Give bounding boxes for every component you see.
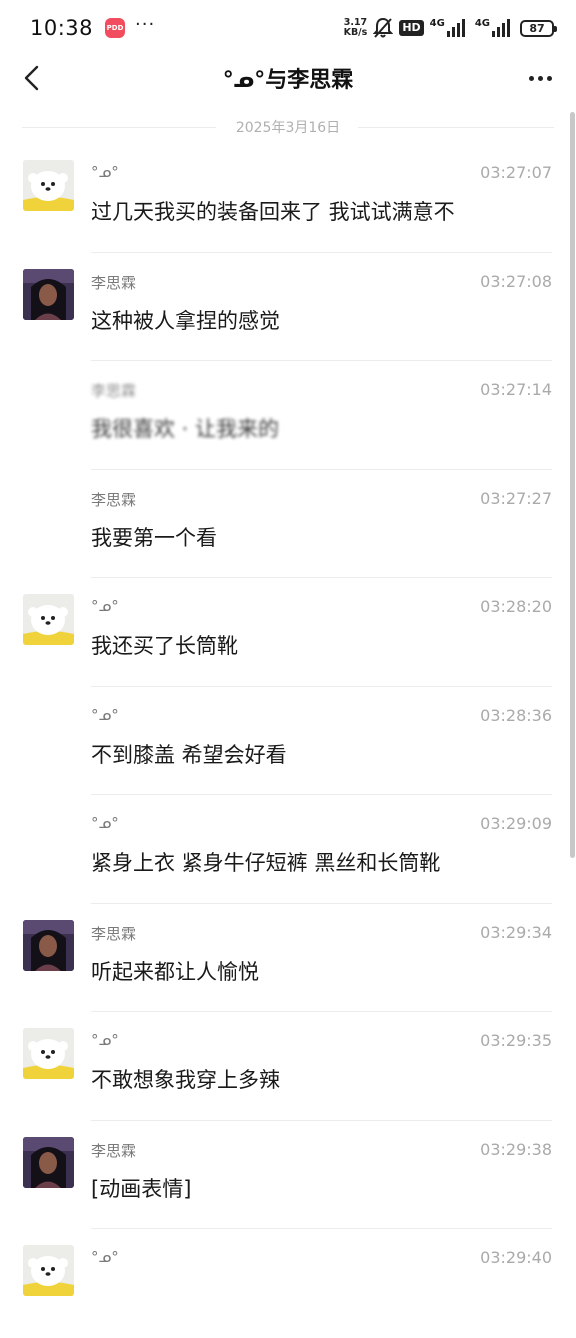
nav-bar: °ᓄ°与李思霖 (0, 56, 576, 100)
back-button[interactable] (18, 64, 46, 92)
message-time: 03:27:14 (480, 380, 552, 399)
message-item[interactable]: °ᓄ° 03:27:07 过几天我买的装备回来了 我试试满意不 (0, 144, 576, 253)
message-time: 03:27:07 (480, 163, 552, 182)
signal-2-label: 4G (474, 18, 490, 29)
message-item[interactable]: 李思霖 03:27:08 这种被人拿捏的感觉 (0, 253, 576, 361)
message-item[interactable]: 李思霖 03:27:27 我要第一个看 (0, 470, 576, 578)
girl-avatar-icon (23, 268, 74, 320)
message-time: 03:29:38 (480, 1139, 552, 1159)
message-time: 03:29:35 (480, 1031, 552, 1050)
message-time: 03:28:20 (480, 597, 552, 616)
status-icons: 3.17 KB/s HD 4G 4G 87 (344, 17, 557, 39)
message-time: 03:29:34 (480, 922, 552, 942)
message-time: 03:28:36 (480, 705, 552, 725)
sender-name: °ᓄ° (91, 1031, 119, 1049)
message-time: 03:27:27 (480, 488, 552, 508)
avatar[interactable] (23, 919, 74, 971)
chevron-left-icon (24, 65, 39, 91)
sender-name: 李思霖 (91, 924, 137, 943)
message-item[interactable]: 李思霖 03:29:34 听起来都让人愉悦 (0, 904, 576, 1012)
dot-icon (529, 75, 534, 81)
message-time: 03:29:40 (480, 1248, 552, 1267)
sender-name: 李思霖 (91, 1141, 137, 1160)
signal-bars-icon (446, 19, 465, 37)
message-text[interactable]: 听起来都让人愉悦 (91, 956, 259, 986)
signal-2: 4G (474, 18, 514, 37)
signal-1: 4G (429, 18, 469, 37)
more-options-button[interactable] (529, 64, 552, 92)
dog-avatar-icon (23, 1028, 74, 1079)
girl-avatar-icon (23, 1136, 74, 1188)
message-item[interactable]: °ᓄ° 03:29:40 (0, 1229, 576, 1338)
message-item[interactable]: 李思霖 03:29:38 [动画表情] (0, 1121, 576, 1229)
dog-avatar-icon (23, 1245, 74, 1296)
dot-icon (538, 75, 543, 81)
divider-line (22, 127, 216, 128)
sender-name: °ᓄ° (91, 814, 119, 832)
message-item[interactable]: °ᓄ° 03:29:09 紧身上衣 紧身牛仔短裤 黑丝和长筒靴 (0, 795, 576, 904)
message-item[interactable]: °ᓄ° 03:29:35 不敢想象我穿上多辣 (0, 1012, 576, 1121)
avatar[interactable] (23, 1245, 74, 1296)
signal-bars-icon (492, 19, 510, 37)
hd-voice-icon: HD (399, 20, 424, 36)
sender-name: 李思霖 (91, 273, 137, 292)
more-notifications-icon: ··· (135, 13, 156, 35)
message-text[interactable]: 紧身上衣 紧身牛仔短裤 黑丝和长筒靴 (91, 847, 440, 877)
battery-icon: 87 (520, 19, 557, 37)
message-item[interactable]: °ᓄ° 03:28:36 不到膝盖 希望会好看 (0, 687, 576, 795)
network-speed-unit: KB/s (343, 27, 368, 38)
page-title: °ᓄ°与李思霖 (222, 68, 354, 93)
dog-avatar-icon (23, 160, 74, 211)
date-divider: 2025年3月16日 (0, 114, 576, 140)
message-text[interactable]: 我还买了长筒靴 (91, 630, 238, 660)
divider-line (358, 127, 554, 128)
app-notification-icon: PDD (105, 18, 126, 38)
sender-name: 李思霖 (91, 382, 137, 400)
sender-name: °ᓄ° (91, 597, 119, 615)
status-time: 10:38 (30, 16, 94, 40)
message-time: 03:27:08 (480, 271, 552, 291)
signal-1-label: 4G (429, 18, 445, 29)
dot-icon (547, 75, 552, 81)
message-text[interactable]: 我很喜欢 · 让我来的 (91, 413, 279, 443)
sender-name: °ᓄ° (91, 1248, 119, 1266)
dog-avatar-icon (23, 594, 74, 645)
network-speed: 3.17 KB/s (344, 18, 368, 38)
avatar[interactable] (23, 594, 74, 645)
message-text[interactable]: 我要第一个看 (91, 522, 217, 552)
avatar[interactable] (23, 1136, 74, 1188)
sender-name: °ᓄ° (91, 163, 119, 181)
date-label: 2025年3月16日 (225, 117, 351, 137)
bell-muted-icon (373, 17, 394, 38)
avatar[interactable] (23, 160, 74, 211)
message-time: 03:29:09 (480, 814, 552, 833)
message-list: °ᓄ° 03:27:07 过几天我买的装备回来了 我试试满意不 李思霖 03:2… (0, 144, 576, 1338)
sender-name: 李思霖 (91, 490, 137, 509)
message-text[interactable]: 不敢想象我穿上多辣 (91, 1064, 280, 1094)
message-item[interactable]: °ᓄ° 03:28:20 我还买了长筒靴 (0, 578, 576, 687)
status-bar: 10:38 PDD ··· 3.17 KB/s HD 4G 4G 87 (0, 0, 576, 56)
sender-name: °ᓄ° (91, 705, 119, 724)
avatar[interactable] (23, 1028, 74, 1079)
avatar[interactable] (23, 268, 74, 320)
girl-avatar-icon (23, 919, 74, 971)
message-text[interactable]: 过几天我买的装备回来了 我试试满意不 (91, 196, 455, 226)
message-text[interactable]: [动画表情] (91, 1173, 191, 1203)
message-text[interactable]: 这种被人拿捏的感觉 (91, 305, 280, 335)
message-item[interactable]: 李思霖 03:27:14 我很喜欢 · 让我来的 (0, 361, 576, 470)
message-text[interactable]: 不到膝盖 希望会好看 (91, 739, 287, 769)
